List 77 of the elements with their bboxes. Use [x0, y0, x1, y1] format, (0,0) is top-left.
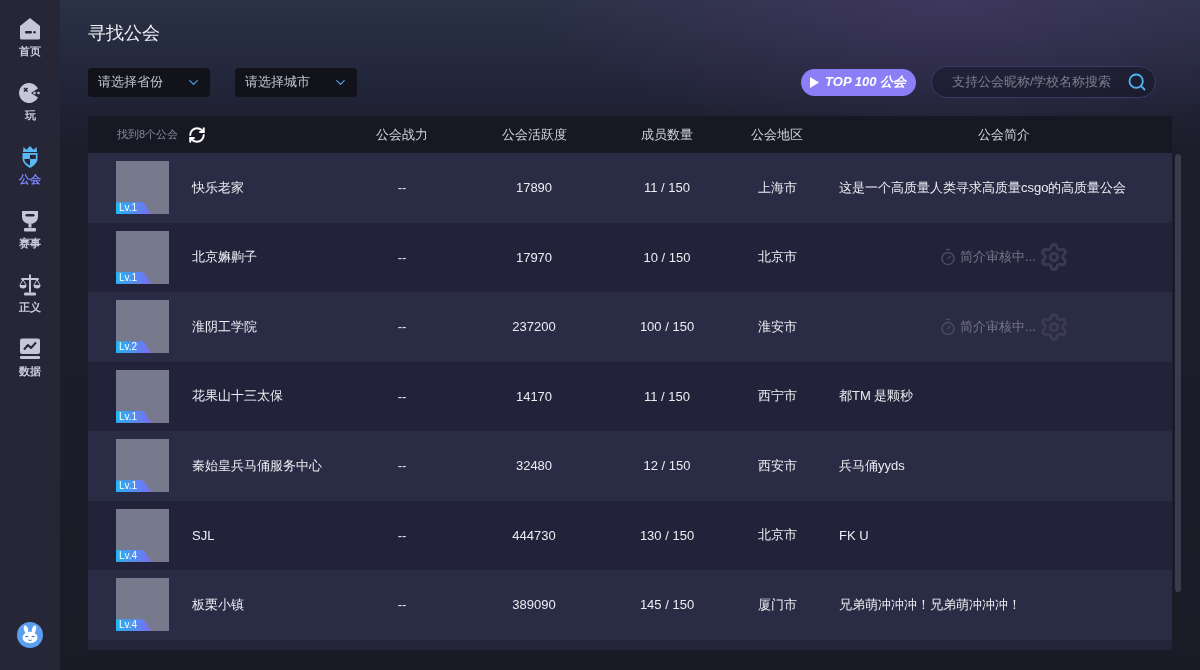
activity-value: 17970 — [515, 249, 553, 265]
power-value: -- — [397, 180, 407, 196]
guild-row[interactable]: Lv.2 淮阴工学院 -- 237200 100 / 150 淮安市 简介审核中... — [88, 292, 1172, 362]
member-count: 11 / 150 — [644, 180, 690, 196]
column-header: 公会地区 — [751, 125, 803, 144]
guild-intro: 兄弟萌冲冲冲！兄弟萌冲冲冲！ — [838, 595, 1021, 614]
sidebar-item[interactable]: 赛事 — [0, 192, 60, 256]
guild-name: SJL — [192, 527, 215, 543]
column-header: 公会简介 — [978, 125, 1030, 144]
page-title: 寻找公会 — [88, 22, 160, 44]
column-header: 成员数量 — [641, 125, 693, 144]
search-icon[interactable] — [1127, 72, 1147, 92]
power-value: -- — [397, 527, 407, 543]
guild-name: 花果山十三太保 — [192, 387, 283, 406]
intro-pending-status: 简介审核中... — [960, 317, 1036, 336]
power-value: -- — [397, 388, 407, 404]
photo-placeholder — [116, 508, 169, 562]
refresh-icon[interactable] — [188, 125, 207, 144]
house-icon — [18, 17, 42, 41]
power-value: -- — [397, 249, 407, 265]
photo-placeholder — [116, 369, 169, 423]
region-name: 北京市 — [757, 248, 797, 267]
power-value: -- — [397, 319, 407, 335]
activity-value: 14170 — [515, 388, 553, 404]
intro-pending-status: 简介审核中... — [960, 248, 1036, 267]
member-count: 100 / 150 — [639, 319, 695, 335]
select-dropdown[interactable]: 请选择省份 — [88, 67, 210, 97]
member-count: 145 / 150 — [639, 597, 695, 613]
sidebar-item[interactable]: 正义 — [0, 256, 60, 320]
sidebar-item[interactable]: 公会 — [0, 128, 60, 192]
guild-intro: FK U — [838, 527, 869, 543]
region-name: 上海市 — [757, 178, 797, 197]
member-count: 12 / 150 — [643, 458, 691, 474]
guild-row[interactable]: Lv.1 快乐老家 -- 17890 11 / 150 上海市 这是一个高质量人类寻求高质量csgo的高质量公会 — [88, 153, 1172, 223]
bunny-avatar-icon[interactable] — [17, 622, 43, 648]
region-name: 淮安市 — [757, 317, 797, 336]
guild-name: 快乐老家 — [192, 178, 244, 197]
guild-intro: 这是一个高质量人类寻求高质量csgo的高质量公会 — [838, 178, 1127, 197]
search-field[interactable]: 支持公会昵称/学校名称搜索 — [931, 66, 1156, 98]
stopwatch-icon — [939, 317, 958, 336]
power-value: -- — [397, 597, 407, 613]
gear-icon — [1038, 242, 1069, 273]
sidebar-item[interactable]: 玩 — [0, 64, 60, 128]
region-name: 厦门市 — [757, 595, 797, 614]
photo-placeholder — [116, 230, 169, 284]
guild-row[interactable]: Lv.1 秦始皇兵马俑服务中心 -- 32480 12 / 150 西安市 兵马俑yyds — [88, 431, 1172, 501]
activity-value: 237200 — [512, 319, 556, 335]
activity-value: 444730 — [512, 527, 556, 543]
region-name: 北京市 — [757, 526, 797, 545]
guild-intro: 兵马俑yyds — [838, 456, 905, 475]
result-count: 找到8个公会 — [117, 127, 179, 142]
scrollbar-thumb[interactable] — [1175, 154, 1181, 592]
member-count: 130 / 150 — [639, 527, 695, 543]
region-name: 西宁市 — [757, 387, 797, 406]
scales-icon — [18, 273, 42, 297]
pacman-icon — [18, 81, 42, 105]
sidebar-item[interactable]: 首页 — [0, 0, 60, 64]
activity-value: 32480 — [515, 458, 553, 474]
region-name: 西安市 — [757, 456, 797, 475]
guild-name: 秦始皇兵马俑服务中心 — [192, 456, 322, 475]
activity-value: 17890 — [515, 180, 553, 196]
select-dropdown[interactable]: 请选择城市 — [235, 67, 357, 97]
guild-row[interactable]: Lv.4 板栗小镇 -- 389090 145 / 150 厦门市 兄弟萌冲冲冲！兄弟萌冲冲冲！ — [88, 570, 1172, 640]
column-header: 公会活跃度 — [501, 125, 567, 144]
member-count: 10 / 150 — [643, 249, 691, 265]
guild-name: 淮阴工学院 — [192, 317, 257, 336]
guild-name: 北京嫲齁子 — [192, 248, 257, 267]
guild-intro: 都TM 是颗秒 — [838, 387, 914, 406]
activity-value: 389090 — [512, 597, 556, 613]
column-header: 公会战力 — [376, 125, 428, 144]
power-value: -- — [397, 458, 407, 474]
member-count: 11 / 150 — [644, 388, 690, 404]
guild-name: 板栗小镇 — [192, 595, 244, 614]
sidebar-item[interactable]: 数据 — [0, 320, 60, 384]
play-icon — [810, 76, 820, 88]
stopwatch-icon — [939, 248, 958, 267]
chart-monitor-icon — [18, 337, 42, 361]
